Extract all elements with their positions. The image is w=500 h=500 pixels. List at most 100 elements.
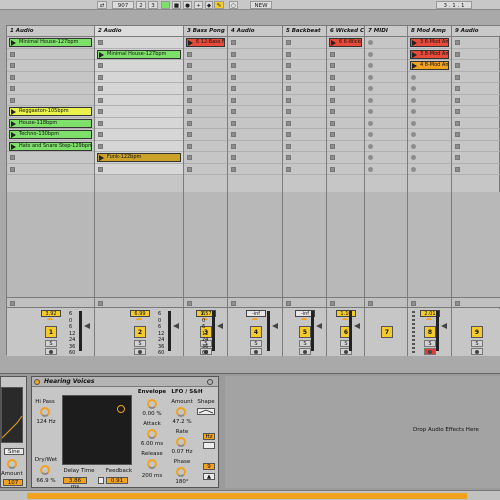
clip-slot[interactable] — [184, 129, 227, 141]
device-power-icon[interactable] — [34, 379, 40, 385]
slot-stop-icon[interactable] — [98, 86, 103, 91]
slot-stop-icon[interactable] — [10, 166, 15, 172]
clip-slot[interactable] — [95, 117, 183, 129]
slot-record-icon[interactable] — [368, 97, 373, 103]
clip[interactable]: Techno-130bpm — [9, 130, 92, 139]
clip-slot[interactable] — [365, 95, 407, 106]
sine-selector[interactable]: Sine — [4, 448, 24, 455]
clip-slot[interactable] — [7, 83, 94, 95]
slot-record-icon[interactable] — [368, 143, 373, 149]
clip-slot[interactable] — [408, 83, 451, 95]
clip-slot[interactable] — [283, 106, 326, 118]
clip-slot[interactable] — [408, 152, 451, 164]
clip-slot[interactable] — [283, 49, 326, 60]
clip-slot[interactable] — [327, 49, 364, 60]
slot-stop-icon[interactable] — [98, 40, 103, 45]
slot-record-icon[interactable] — [368, 166, 373, 172]
slot-stop-icon[interactable] — [286, 120, 291, 126]
slot-stop-icon[interactable] — [330, 132, 335, 137]
slot-record-icon[interactable] — [411, 120, 416, 126]
stop-button[interactable]: ■ — [172, 1, 181, 9]
sync-button[interactable] — [203, 442, 215, 449]
clip-slot[interactable]: Funk-122bpm — [95, 152, 183, 164]
phase-knob[interactable] — [176, 467, 186, 477]
clip-slot[interactable] — [408, 95, 451, 106]
clip-slot[interactable] — [327, 72, 364, 83]
clip-slot[interactable] — [228, 60, 282, 72]
slot-stop-icon[interactable] — [231, 63, 236, 68]
slot-stop-icon[interactable] — [98, 132, 103, 137]
clip-slot[interactable] — [452, 49, 500, 60]
clip-slot[interactable] — [95, 60, 183, 72]
xy-pad[interactable] — [62, 395, 132, 465]
slot-record-icon[interactable] — [368, 155, 373, 160]
clip-slot[interactable] — [95, 71, 183, 83]
slot-stop-icon[interactable] — [187, 74, 192, 80]
clip-slot[interactable] — [452, 118, 500, 129]
clip-slot[interactable] — [327, 83, 364, 95]
clip-play-icon[interactable] — [412, 63, 417, 69]
slot-stop-icon[interactable] — [455, 86, 460, 91]
clip-slot[interactable] — [283, 95, 326, 106]
amount-value[interactable]: 107 — [3, 479, 23, 486]
slot-stop-icon[interactable] — [187, 120, 192, 126]
slot-stop-icon[interactable] — [330, 97, 335, 103]
clip-slot[interactable] — [327, 118, 364, 129]
slot-record-icon[interactable] — [368, 120, 373, 126]
clip-slot[interactable] — [365, 129, 407, 141]
clip-slot[interactable] — [7, 152, 94, 164]
clip-slot[interactable] — [452, 129, 500, 141]
slot-record-icon[interactable] — [411, 155, 416, 160]
clip-slot[interactable] — [7, 164, 94, 175]
clip-slot[interactable] — [327, 152, 364, 164]
slot-stop-icon[interactable] — [231, 132, 236, 137]
slot-stop-icon[interactable] — [98, 97, 103, 103]
delay-time-value[interactable]: 3.86 ms — [63, 477, 87, 490]
slot-stop-icon[interactable] — [98, 109, 103, 114]
device-menu-icon[interactable] — [207, 379, 213, 385]
clip-slot[interactable] — [327, 106, 364, 118]
release-knob[interactable] — [147, 459, 157, 469]
clip-slot[interactable] — [95, 106, 183, 118]
slot-stop-icon[interactable] — [10, 51, 15, 57]
slot-stop-icon[interactable] — [10, 155, 15, 160]
slot-stop-icon[interactable] — [286, 155, 291, 160]
slot-record-icon[interactable] — [411, 166, 416, 172]
clip[interactable]: Minimal House-127bpm — [97, 49, 181, 59]
slot-stop-icon[interactable] — [286, 143, 291, 149]
clip-slot[interactable]: 6 12-Bass F — [184, 37, 227, 49]
clip-play-icon[interactable] — [331, 40, 336, 46]
clip-slot[interactable] — [184, 106, 227, 118]
record-button[interactable]: ● — [183, 1, 192, 9]
clip-slot[interactable] — [95, 83, 183, 95]
clip-slot[interactable]: Minimal House-127bpm — [7, 37, 94, 49]
clip-slot[interactable] — [365, 118, 407, 129]
clip-slot[interactable] — [228, 118, 282, 129]
slot-stop-icon[interactable] — [455, 155, 460, 160]
clip[interactable]: Hats and Snare Step-129bpm — [9, 141, 92, 151]
slot-stop-icon[interactable] — [330, 74, 335, 80]
clip-slot[interactable] — [283, 72, 326, 83]
clip-slot[interactable]: 4 8-Mod Am — [408, 60, 451, 72]
amount-knob[interactable] — [7, 459, 17, 469]
clip[interactable]: 3 8-Mod Am — [410, 49, 449, 59]
clip-slot[interactable] — [283, 83, 326, 95]
clip-slot[interactable] — [228, 95, 282, 106]
clip-slot[interactable] — [327, 164, 364, 175]
clip-slot[interactable] — [452, 83, 500, 95]
clip-slot[interactable] — [327, 95, 364, 106]
clip[interactable]: House-118bpm — [9, 118, 92, 128]
clip-slot[interactable]: Techno-130bpm — [7, 129, 94, 141]
play-button[interactable] — [161, 1, 170, 9]
clip-slot[interactable] — [327, 141, 364, 152]
rate-knob[interactable] — [176, 437, 186, 447]
clip-slot[interactable] — [283, 60, 326, 72]
lfo-amount-knob[interactable] — [176, 407, 186, 417]
clip-play-icon[interactable] — [11, 143, 16, 150]
clip-slot[interactable] — [365, 49, 407, 60]
clip-slot[interactable] — [452, 141, 500, 152]
clip-slot[interactable] — [365, 37, 407, 49]
attack-knob[interactable] — [147, 429, 157, 439]
slot-stop-icon[interactable] — [231, 86, 236, 91]
clip-play-icon[interactable] — [412, 51, 417, 58]
